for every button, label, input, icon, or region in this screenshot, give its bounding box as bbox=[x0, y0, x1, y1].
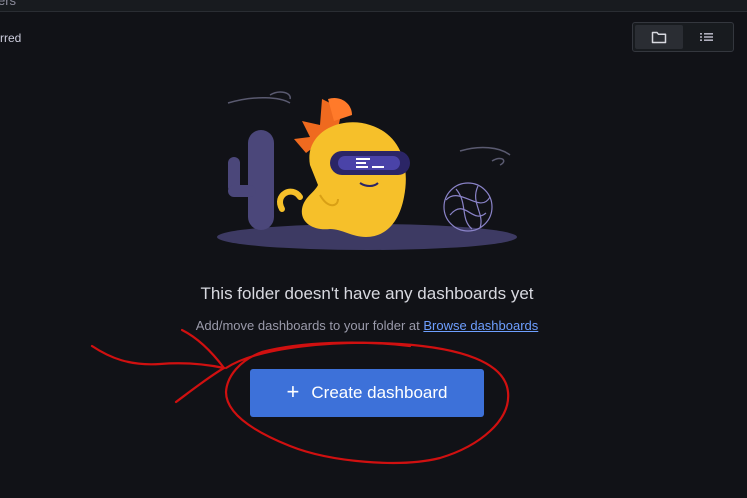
plus-icon: + bbox=[286, 379, 300, 404]
empty-state-subtitle-text: Add/move dashboards to your folder at bbox=[195, 318, 420, 333]
browse-dashboards-link[interactable]: Browse dashboards bbox=[423, 318, 538, 333]
annotation-arrow-shaft bbox=[90, 344, 226, 370]
list-icon bbox=[700, 33, 713, 41]
view-toggle bbox=[632, 22, 734, 52]
empty-state-title: This folder doesn't have any dashboards … bbox=[200, 284, 534, 303]
starred-filter-label[interactable]: rred bbox=[0, 31, 21, 45]
folder-view-button[interactable] bbox=[635, 25, 683, 49]
create-dashboard-button[interactable]: + Create dashboard bbox=[250, 369, 484, 417]
mascot-icon bbox=[277, 97, 410, 237]
folder-icon bbox=[651, 31, 667, 44]
list-view-button[interactable] bbox=[683, 25, 731, 49]
cactus-icon bbox=[228, 130, 274, 230]
annotation-arrow-head-top bbox=[180, 328, 226, 370]
create-dashboard-label: Create dashboard bbox=[311, 383, 448, 402]
breadcrumb-fragment: ers bbox=[0, 0, 17, 8]
annotation-arrow-head-bottom bbox=[174, 366, 226, 404]
empty-state-subtitle: Add/move dashboards to your folder at Br… bbox=[0, 318, 734, 333]
empty-state-illustration bbox=[217, 91, 517, 250]
top-bar: ers bbox=[0, 0, 747, 12]
tumbleweed-icon bbox=[443, 182, 493, 232]
